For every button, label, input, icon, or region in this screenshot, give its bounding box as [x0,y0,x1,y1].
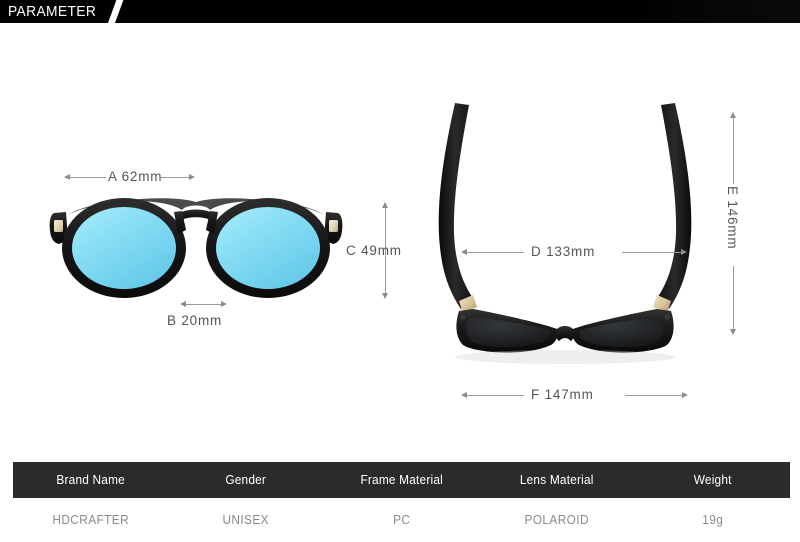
dim-a-line-left [70,177,106,178]
dim-e-line-top [733,118,734,184]
hinge-accent-left-icon [54,220,63,232]
dim-f-line-right [625,395,683,396]
bridge-top [555,326,575,341]
hinge-accent-right-icon [329,220,338,232]
hinge-screw-left-icon [460,314,466,320]
sunglasses-front-view [46,190,346,310]
drop-shadow [455,350,675,364]
column-header-frame-material: Frame Material [360,473,443,487]
dim-c-arrow-down-icon [382,293,388,299]
lens-left [72,207,176,289]
temple-arm-right [655,103,692,309]
column-header-gender: Gender [225,473,267,487]
hinge-screw-right-icon [664,314,670,320]
column-header-lens-material: Lens Material [520,473,594,487]
page-title: PARAMETER [8,3,97,20]
lens-right [216,207,320,289]
dim-d-line-right [622,252,682,253]
column-header-brand-name: Brand Name [56,473,125,487]
dim-e-line-bottom [733,266,734,330]
header-slash-divider [106,0,125,23]
dim-f-label: F 147mm [531,387,594,402]
cell-lens-material: POLAROID [524,513,590,527]
dim-b-label: B 20mm [167,313,223,328]
dim-a-arrow-right-icon [189,174,195,180]
dim-b-arrow-right-icon [221,301,227,307]
header-gradient [628,0,800,23]
dim-d-arrow-right-icon [681,249,687,255]
dim-d-label: D 133mm [531,244,596,259]
dim-f-arrow-right-icon [682,392,688,398]
dim-e-arrow-down-icon [730,329,736,335]
dim-f-line-left [467,395,524,396]
table-header-row: Brand Name Gender Frame Material Lens Ma… [13,462,790,498]
header-bar: PARAMETER [0,0,800,23]
cell-gender: UNISEX [222,513,270,527]
dim-d-line-left [467,252,524,253]
dim-e-label: E 146mm [725,186,740,250]
dim-a-line-right [160,177,190,178]
cell-brand-name: HDCRAFTER [52,513,130,527]
cell-frame-material: PC [392,513,411,527]
dim-a-arrow-left-icon [64,174,70,180]
column-header-weight: Weight [693,473,732,487]
sunglasses-top-view [415,95,715,385]
dim-b-line [186,304,222,305]
specification-table: Brand Name Gender Frame Material Lens Ma… [13,462,790,542]
dim-a-label: A 62mm [108,169,163,184]
dim-c-label: C 49mm [346,243,402,258]
cell-weight: 19g [701,513,723,527]
temple-arm-left [438,103,475,309]
table-row: HDCRAFTER UNISEX PC POLAROID 19g [13,498,790,542]
